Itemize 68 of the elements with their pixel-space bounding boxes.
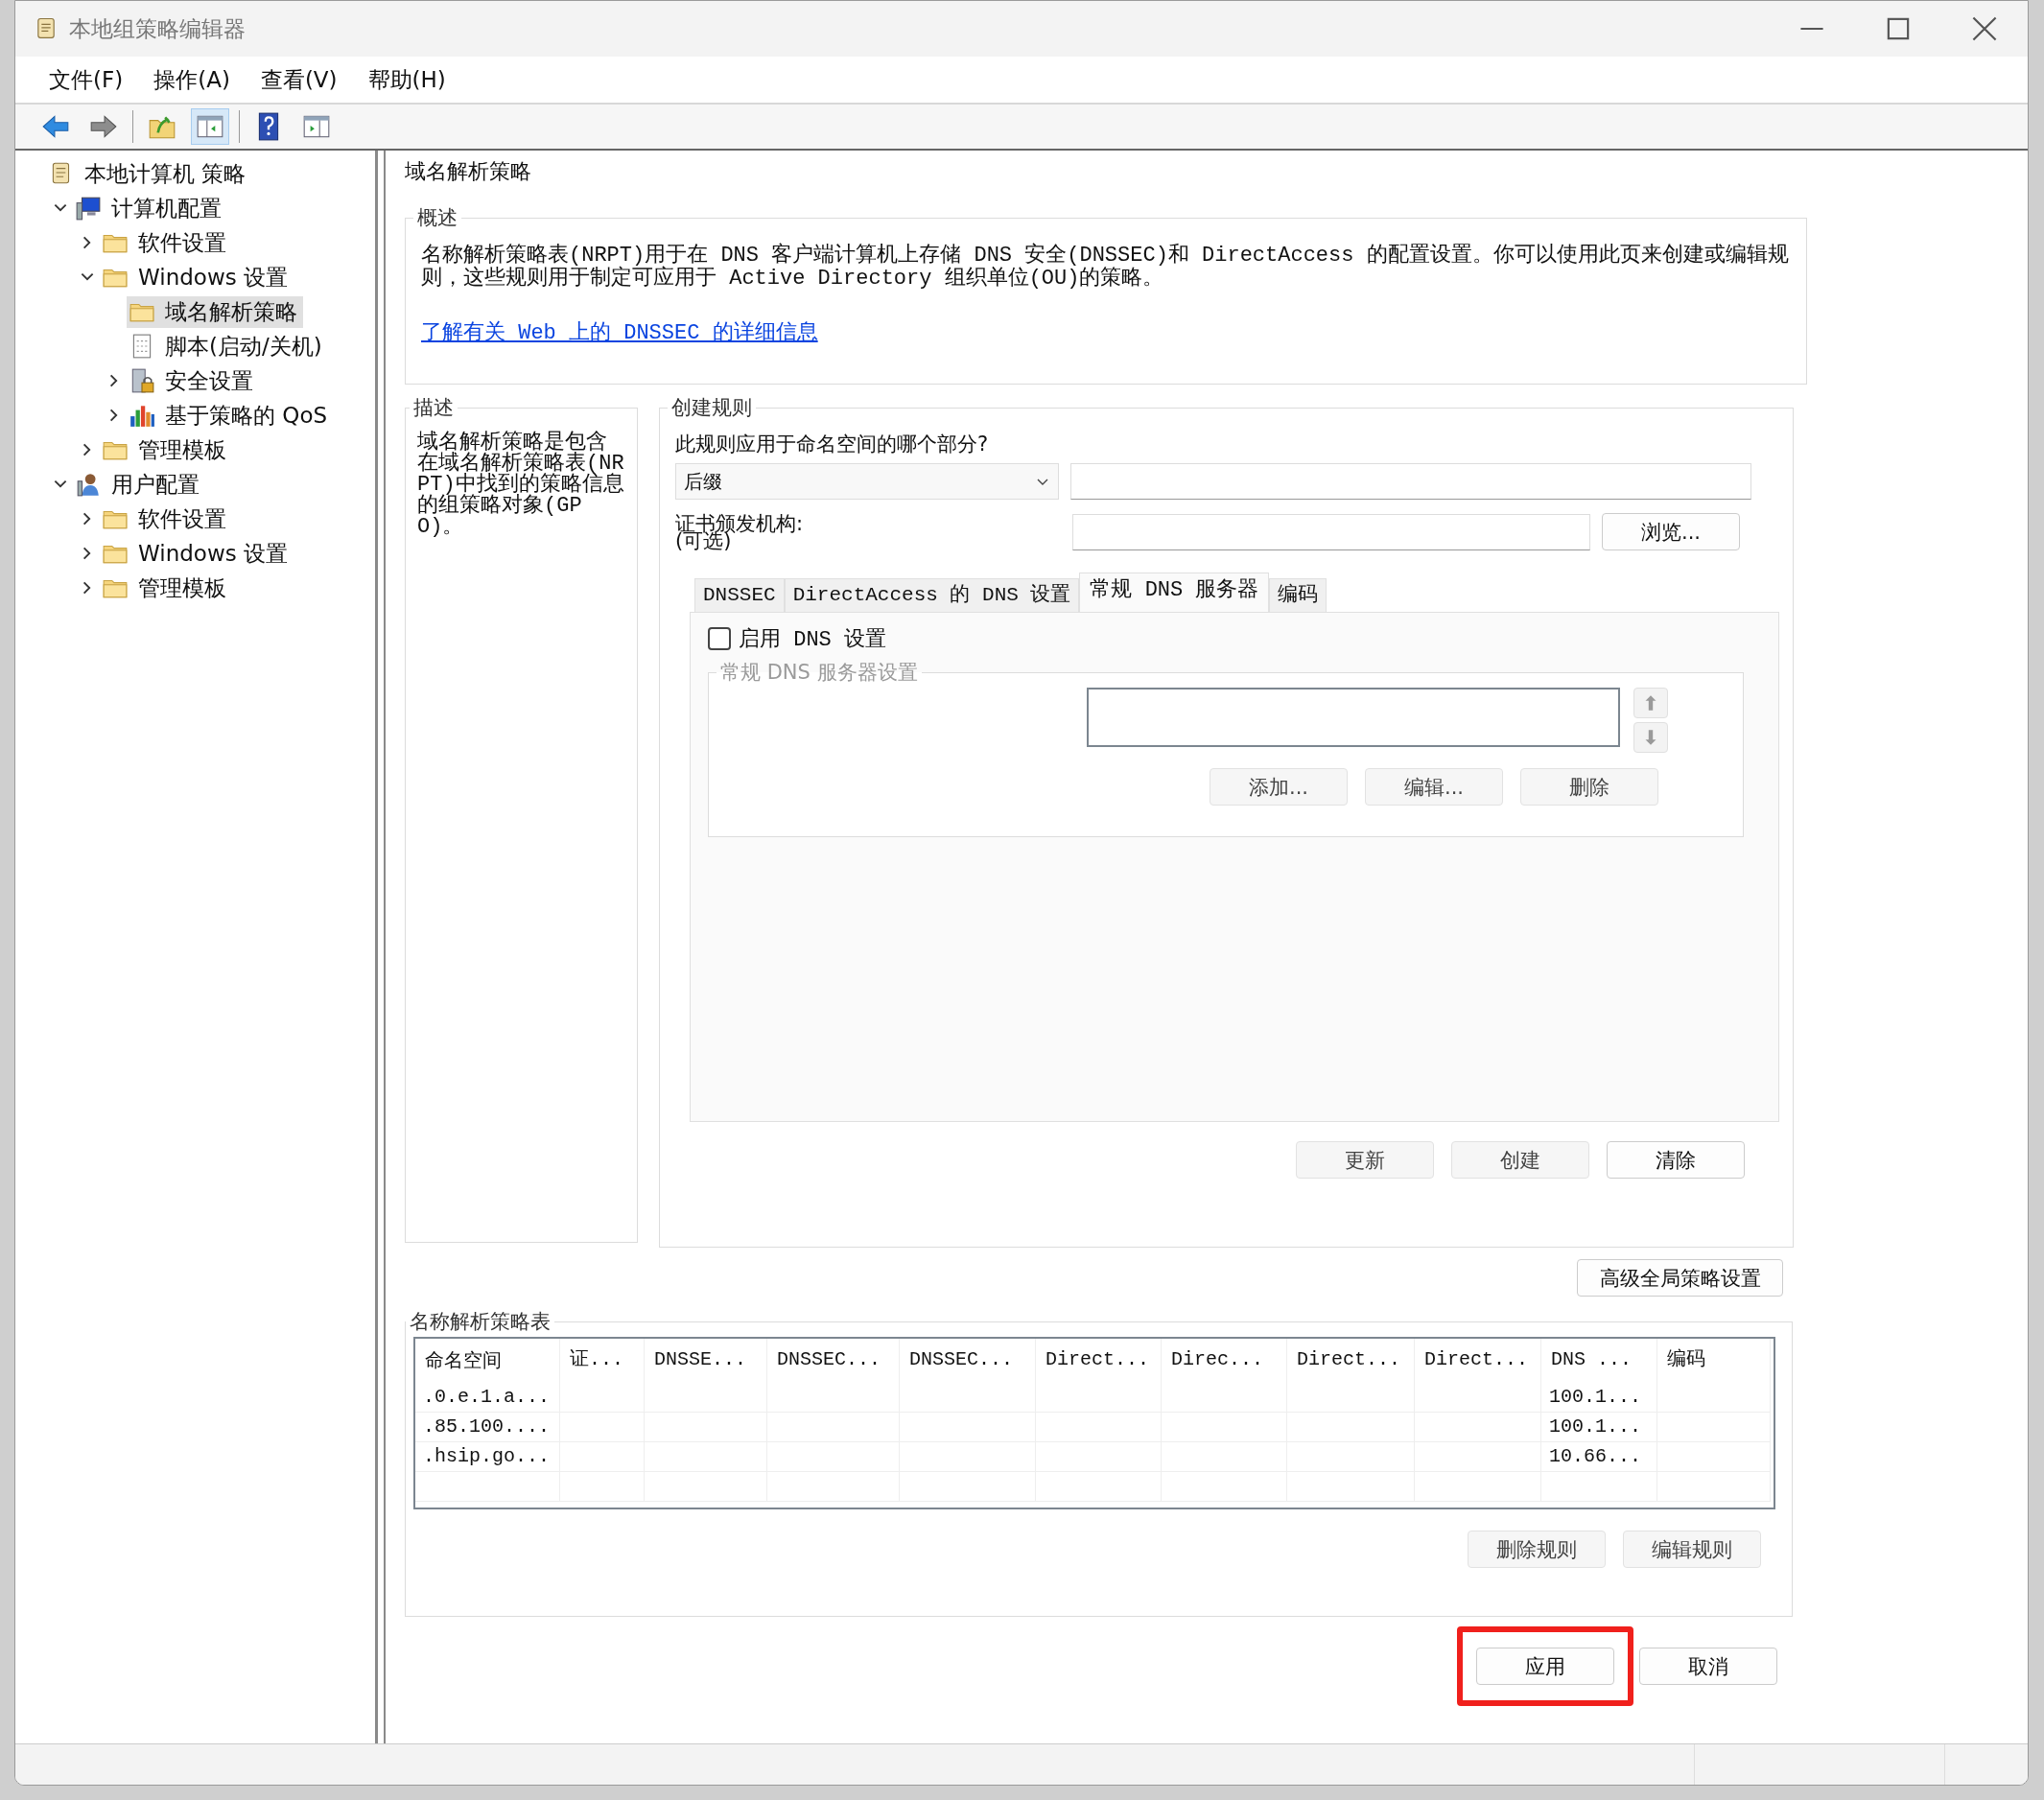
column-header[interactable]: 编码 <box>1657 1339 1771 1383</box>
advanced-settings-button[interactable]: 高级全局策略设置 <box>1577 1259 1783 1297</box>
tree-item[interactable]: 本地计算机 策略 <box>46 157 252 190</box>
column-header[interactable]: 证... <box>560 1339 645 1383</box>
group-legend: 概述 <box>413 204 461 231</box>
tree-item[interactable]: Windows 设置 <box>100 261 294 293</box>
table-cell: 10.66... <box>1541 1442 1657 1472</box>
window-title: 本地组策略编辑器 <box>69 14 246 43</box>
checkbox-label: 启用 DNS 设置 <box>739 626 886 653</box>
column-header[interactable]: DNS ... <box>1541 1339 1657 1383</box>
computer-icon <box>75 195 102 222</box>
optional-note: (可选) <box>675 531 732 549</box>
tab[interactable]: 编码 <box>1269 578 1327 612</box>
browse-button[interactable]: 浏览... <box>1602 513 1740 550</box>
namespace-field[interactable] <box>1070 463 1751 500</box>
description-text: 域名解析策略是包含在域名解析策略表(NRPT)中找到的策略信息的组策略对象(GPO)。 <box>417 432 625 538</box>
column-header[interactable]: Direct... <box>1036 1339 1162 1383</box>
column-header[interactable]: DNSSE... <box>645 1339 767 1383</box>
column-header[interactable]: DNSSEC... <box>767 1339 900 1383</box>
group-legend: 描述 <box>410 394 458 421</box>
tree-item[interactable]: 安全设置 <box>127 364 259 397</box>
tree-item[interactable]: Windows 设置 <box>100 537 294 570</box>
table-cell: .85.100.... <box>415 1413 560 1442</box>
tree-item[interactable]: 管理模板 <box>100 433 232 466</box>
tab[interactable]: DirectAccess 的 DNS 设置 <box>784 578 1080 612</box>
certificate-field[interactable] <box>1072 513 1590 550</box>
rule-button[interactable]: 编辑规则 <box>1623 1531 1761 1568</box>
question-label: 此规则应用于命名空间的哪个部分? <box>675 432 990 457</box>
group-legend: 名称解析策略表 <box>406 1308 554 1335</box>
table-cell: 100.1... <box>1541 1413 1657 1442</box>
column-header[interactable]: Direct... <box>1287 1339 1415 1383</box>
tab[interactable]: 常规 DNS 服务器 <box>1079 573 1270 612</box>
tree-item[interactable]: 用户配置 <box>73 468 205 501</box>
checkbox[interactable] <box>708 627 731 650</box>
cert-label: 证书颁发机构: <box>675 514 805 532</box>
group-legend: 创建规则 <box>668 394 756 421</box>
table-cell: .hsip.go... <box>415 1442 560 1472</box>
namespace-dropdown[interactable]: 后缀 <box>675 463 1059 500</box>
rule-action-button[interactable]: 更新 <box>1296 1141 1434 1179</box>
tree-item[interactable]: 域名解析策略 <box>127 295 303 328</box>
tree-item[interactable]: 管理模板 <box>100 572 232 604</box>
tree-item[interactable]: 软件设置 <box>100 503 232 535</box>
rule-button[interactable]: 删除规则 <box>1468 1531 1606 1568</box>
tree-pane-icon[interactable] <box>191 108 229 145</box>
page-title: 域名解析策略 <box>405 158 532 185</box>
rule-action-button[interactable]: 创建 <box>1451 1141 1589 1179</box>
column-header[interactable]: Direct... <box>1415 1339 1541 1383</box>
column-header[interactable]: DNSSEC... <box>900 1339 1036 1383</box>
details-link[interactable]: 了解有关 Web 上的 DNSSEC 的详细信息 <box>421 321 818 345</box>
group-legend: 常规 DNS 服务器设置 <box>717 659 922 686</box>
overview-text: 名称解析策略表(NRPT)用于在 DNS 客户端计算机上存储 DNS 安全(DNSSEC)和 DirectAccess 的配置设置。你可以使用此页来创建或编辑规则，这些规则用于制定可应用于 Active Directory 组织单位(OU)的策略。 <box>421 245 1790 291</box>
tree-item[interactable]: 计算机配置 <box>73 192 227 224</box>
column-header[interactable]: 命名空间 <box>415 1339 560 1383</box>
table-cell: 100.1... <box>1541 1383 1657 1413</box>
menu-item[interactable]: 操作(A) <box>141 60 243 99</box>
tree-item[interactable]: 基于策略的 QoS <box>127 399 334 432</box>
tree-item[interactable]: 软件设置 <box>100 226 232 259</box>
table-cell: .0.e.1.a... <box>415 1383 560 1413</box>
menu-item[interactable]: 文件(F) <box>36 60 136 99</box>
menu-item[interactable]: 帮助(H) <box>355 60 458 99</box>
apply-button[interactable]: 应用 <box>1476 1648 1614 1685</box>
menu-item[interactable]: 查看(V) <box>247 60 350 99</box>
tree-item[interactable]: 脚本(启动/关机) <box>127 330 328 362</box>
user-icon <box>75 471 102 498</box>
cancel-button[interactable]: 取消 <box>1639 1648 1777 1685</box>
rule-action-button[interactable]: 清除 <box>1607 1141 1745 1179</box>
tab[interactable]: DNSSEC <box>694 578 785 612</box>
column-header[interactable]: Direc... <box>1162 1339 1287 1383</box>
